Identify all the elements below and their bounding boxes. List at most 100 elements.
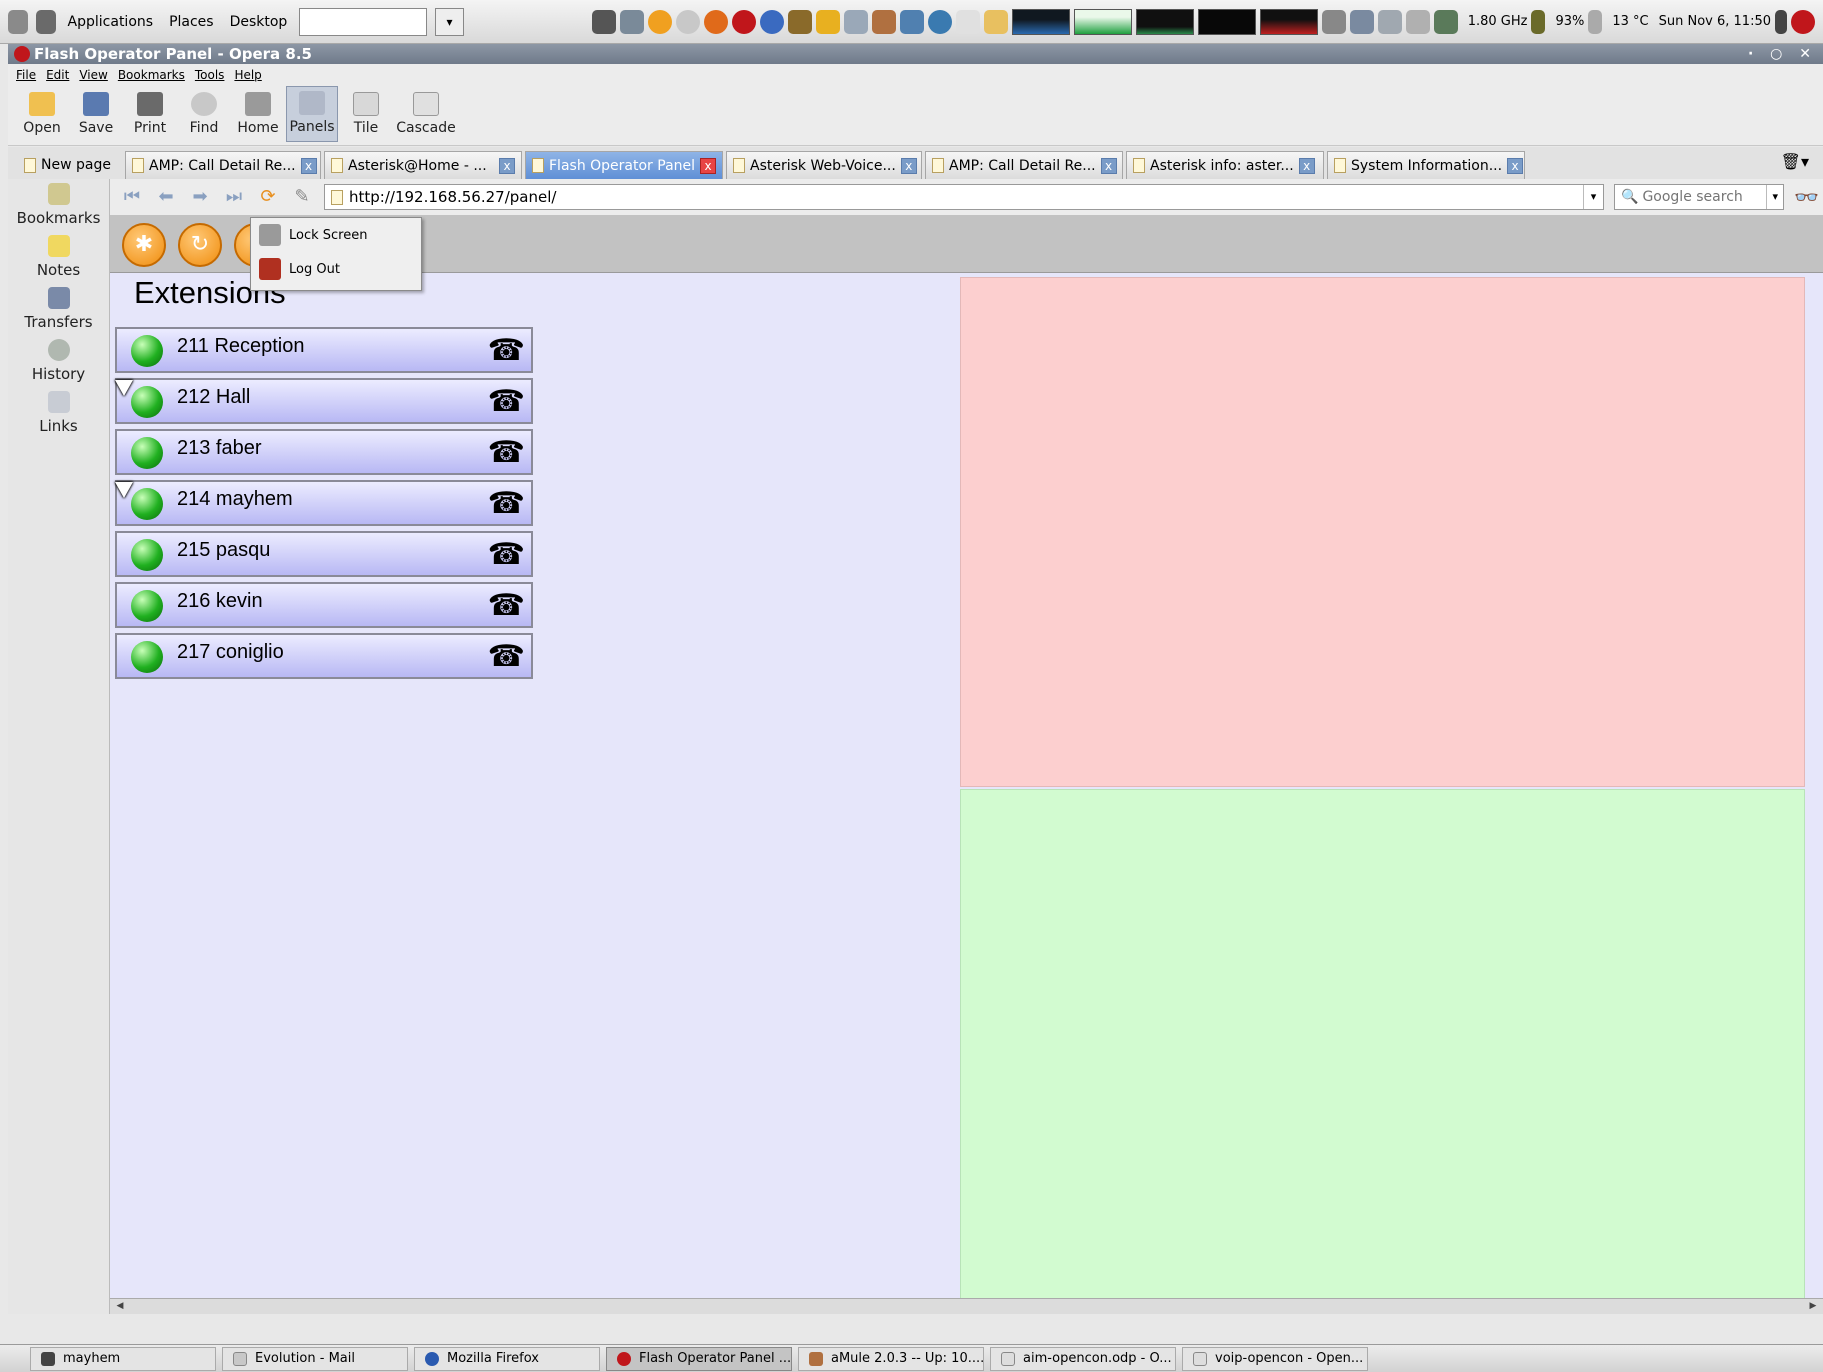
opera-icon[interactable]	[731, 9, 756, 34]
task-voip-opencon[interactable]: voip-opencon - Open...	[1182, 1346, 1368, 1371]
scroll-left-icon[interactable]: ◀	[112, 1299, 128, 1314]
tab-amp-call-detail-1[interactable]: AMP: Call Detail Re... x	[125, 151, 321, 179]
new-page-button[interactable]: New page	[18, 151, 122, 179]
open-button[interactable]: Open	[16, 86, 68, 142]
phone-icon[interactable]: ☎	[488, 385, 525, 419]
log-out-menu-item[interactable]: Log Out	[251, 252, 421, 286]
menu-file[interactable]: File	[16, 68, 36, 82]
menu-edit[interactable]: Edit	[46, 68, 69, 82]
extension-row[interactable]: 212 Hall ☎	[115, 378, 533, 424]
opera-tray-icon[interactable]	[1791, 9, 1815, 34]
wifi-icon[interactable]	[1377, 9, 1402, 34]
tab-amp-call-detail-2[interactable]: AMP: Call Detail Re... x	[925, 151, 1123, 179]
desktop-menu[interactable]: Desktop	[226, 14, 292, 30]
monitor-icon[interactable]	[899, 9, 924, 34]
horizontal-scrollbar[interactable]: ◀ ▶	[110, 1298, 1823, 1314]
tab-close-icon[interactable]: x	[1507, 157, 1524, 174]
shield-icon[interactable]	[983, 9, 1008, 34]
rewind-icon[interactable]: ⏮	[120, 185, 144, 209]
sidebar-item-links[interactable]: Links	[8, 387, 109, 439]
extension-row[interactable]: 211 Reception ☎	[115, 327, 533, 373]
panels-button[interactable]: Panels	[286, 86, 338, 142]
window-controls[interactable]: · ○ ✕	[1748, 44, 1817, 64]
user-icon[interactable]	[1775, 9, 1787, 34]
command-input[interactable]	[299, 7, 428, 36]
tab-close-icon[interactable]: x	[1298, 157, 1315, 174]
extension-row[interactable]: 217 coniglio ☎	[115, 633, 533, 679]
back-arrow-icon[interactable]: ⬅	[154, 185, 178, 209]
applications-menu[interactable]: Applications	[64, 14, 158, 30]
task-flash-operator-panel[interactable]: Flash Operator Panel ...	[606, 1346, 792, 1371]
extension-row[interactable]: 214 mayhem ☎	[115, 480, 533, 526]
task-amule[interactable]: aMule 2.0.3 -- Up: 10....	[798, 1346, 984, 1371]
notepad-icon[interactable]	[955, 9, 980, 34]
scroll-right-icon[interactable]: ▶	[1805, 1299, 1821, 1314]
tab-asterisk-web-voice[interactable]: Asterisk Web-Voice... x	[726, 151, 922, 179]
cascade-button[interactable]: Cascade	[394, 86, 458, 142]
network-icon[interactable]	[1349, 9, 1374, 34]
thunderbird-icon[interactable]	[759, 9, 784, 34]
places-menu[interactable]: Places	[165, 14, 218, 30]
save-button[interactable]: Save	[70, 86, 122, 142]
url-input[interactable]: http://192.168.56.27/panel/ ▾	[324, 184, 1604, 210]
command-dropdown[interactable]: ▾	[435, 7, 464, 36]
clock-icon[interactable]	[675, 9, 700, 34]
home-button[interactable]: Home	[232, 86, 284, 142]
tab-asterisk-info[interactable]: Asterisk info: aster... x	[1126, 151, 1324, 179]
sidebar-item-history[interactable]: History	[8, 335, 109, 387]
sun-icon[interactable]	[647, 9, 672, 34]
tools-icon[interactable]	[787, 9, 812, 34]
firefox-icon[interactable]	[703, 9, 728, 34]
tab-flash-operator-panel[interactable]: Flash Operator Panel x	[525, 151, 723, 179]
lock-screen-menu-item[interactable]: Lock Screen	[251, 218, 421, 252]
cpu-icon[interactable]	[1433, 9, 1458, 34]
globe-icon[interactable]	[927, 9, 952, 34]
search-input[interactable]	[1642, 189, 1763, 205]
fast-forward-icon[interactable]: ⏭	[222, 185, 246, 209]
phone-icon[interactable]: ☎	[488, 436, 525, 470]
task-aim-opencon[interactable]: aim-opencon.odp - O...	[990, 1346, 1176, 1371]
editor-icon[interactable]	[843, 9, 868, 34]
tab-close-icon[interactable]: x	[300, 157, 317, 174]
clock[interactable]: Sun Nov 6, 11:50	[1659, 14, 1771, 29]
search-dropdown-icon[interactable]: ▾	[1766, 185, 1783, 209]
amule-icon[interactable]	[871, 9, 896, 34]
task-evolution-mail[interactable]: Evolution - Mail	[222, 1346, 408, 1371]
tab-close-icon[interactable]: x	[700, 157, 717, 174]
refresh-button[interactable]: ↻	[178, 223, 222, 267]
sidebar-item-transfers[interactable]: Transfers	[8, 283, 109, 335]
foot-menu-icon[interactable]	[35, 9, 56, 34]
phone-icon[interactable]: ☎	[488, 589, 525, 623]
show-desktop-icon[interactable]	[8, 9, 28, 34]
sidebar-item-bookmarks[interactable]: Bookmarks	[8, 179, 109, 231]
tab-asterisk-home[interactable]: Asterisk@Home - ... x	[324, 151, 522, 179]
phone-icon[interactable]: ☎	[488, 487, 525, 521]
menu-help[interactable]: Help	[234, 68, 261, 82]
phone-icon[interactable]: ☎	[488, 640, 525, 674]
tab-system-information[interactable]: System Information... x	[1327, 151, 1525, 179]
search-box[interactable]: 🔍 ▾	[1614, 184, 1784, 210]
reload-icon[interactable]: ⟳	[256, 185, 280, 209]
volume-icon[interactable]	[1405, 9, 1430, 34]
phone-icon[interactable]: ☎	[488, 334, 525, 368]
tab-close-icon[interactable]: x	[499, 157, 515, 174]
phone-icon[interactable]: ☎	[488, 538, 525, 572]
edit-pencil-icon[interactable]: ✎	[290, 185, 314, 209]
find-button[interactable]: Find	[178, 86, 230, 142]
sidebar-item-notes[interactable]: Notes	[8, 231, 109, 283]
tab-close-icon[interactable]: x	[900, 157, 917, 174]
lock-icon[interactable]	[1321, 9, 1346, 34]
task-mayhem[interactable]: mayhem	[30, 1346, 216, 1371]
debug-bug-button[interactable]: ✱	[122, 223, 166, 267]
menu-bookmarks[interactable]: Bookmarks	[118, 68, 185, 82]
menu-view[interactable]: View	[79, 68, 107, 82]
print-button[interactable]: Print	[124, 86, 176, 142]
tux-icon[interactable]	[815, 9, 840, 34]
task-mozilla-firefox[interactable]: Mozilla Firefox	[414, 1346, 600, 1371]
url-dropdown-icon[interactable]: ▾	[1583, 185, 1603, 209]
voice-glasses-icon[interactable]: 👓	[1794, 185, 1819, 209]
extension-row[interactable]: 213 faber ☎	[115, 429, 533, 475]
forward-arrow-icon[interactable]: ➡	[188, 185, 212, 209]
terminal-icon[interactable]	[591, 9, 616, 34]
extension-row[interactable]: 216 kevin ☎	[115, 582, 533, 628]
